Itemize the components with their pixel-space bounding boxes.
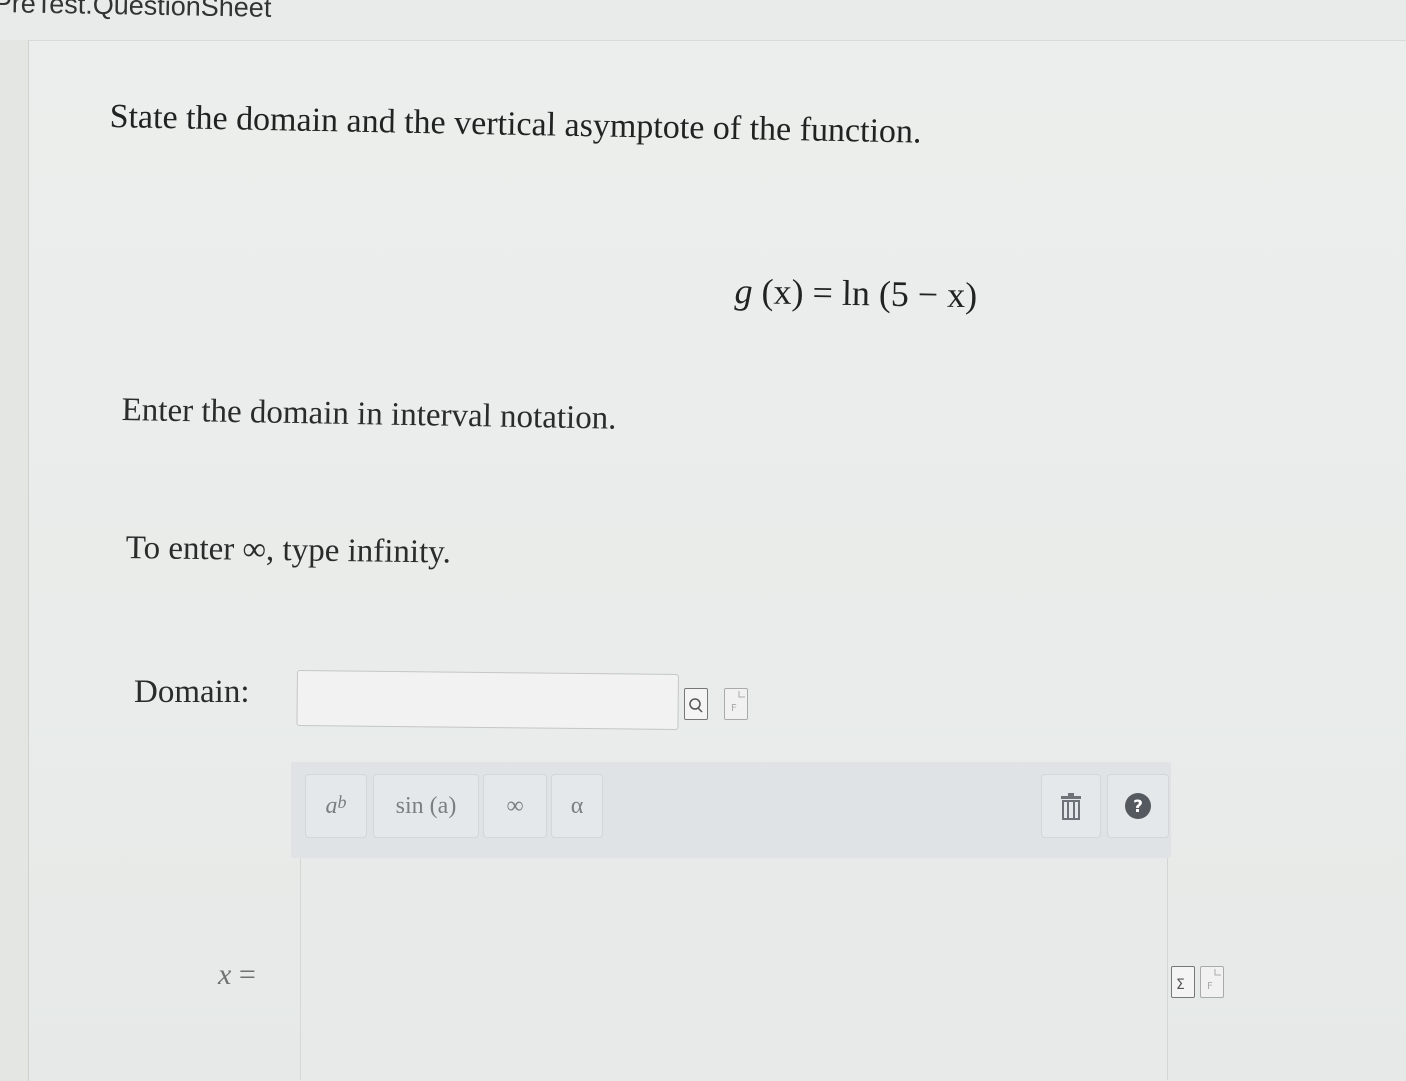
trash-icon: [1061, 793, 1081, 820]
preview-icon[interactable]: [684, 688, 708, 720]
infinity-hint: To enter ∞, type infinity.: [125, 530, 452, 571]
function-equals: =: [812, 272, 834, 313]
sigma-icon-glyph: Σ: [1176, 977, 1185, 993]
function-name: g: [734, 270, 753, 312]
sin-label: sin (a): [395, 792, 457, 819]
asymptote-variable: x: [218, 958, 232, 991]
sin-button[interactable]: sin (a): [373, 774, 479, 838]
help-icon: ?: [1125, 793, 1151, 819]
power-base: a: [325, 792, 338, 819]
help-icon-label: ?: [1133, 797, 1143, 817]
formula-icon-2-glyph: F: [1207, 969, 1221, 992]
formula-icon-glyph: F: [731, 691, 745, 714]
svg-text:F: F: [731, 703, 737, 714]
window-title-strip: PreTest.QuestionSheet: [0, 0, 1406, 40]
asymptote-equals: =: [238, 958, 256, 991]
math-editor-area[interactable]: [300, 858, 1168, 1080]
asymptote-field: x =: [218, 958, 256, 992]
formula-icon[interactable]: F: [724, 688, 748, 720]
power-button[interactable]: ab: [305, 774, 367, 838]
alpha-label: α: [570, 792, 584, 819]
help-button[interactable]: ?: [1107, 774, 1169, 838]
power-exponent: b: [337, 791, 347, 812]
domain-input[interactable]: [296, 670, 679, 730]
page-breadcrumb: PreTest.QuestionSheet: [0, 0, 272, 23]
trash-button[interactable]: [1041, 774, 1101, 838]
preview-icon-glyph: [689, 698, 703, 713]
sigma-icon[interactable]: Σ: [1171, 966, 1195, 998]
domain-label: Domain:: [134, 674, 250, 710]
infinity-label: ∞: [506, 792, 524, 819]
svg-text:Σ: Σ: [1176, 977, 1185, 993]
function-formula: g (x) = ln (5 − x): [734, 270, 977, 316]
infinity-button[interactable]: ∞: [483, 774, 547, 838]
alpha-button[interactable]: α: [551, 774, 603, 838]
formula-icon-2[interactable]: F: [1200, 966, 1224, 998]
math-toolbar: ab sin (a) ∞ α ?: [291, 762, 1171, 858]
function-argument: (x): [761, 271, 804, 313]
function-expression: ln (5 − x): [841, 272, 978, 316]
svg-text:F: F: [1207, 981, 1213, 992]
